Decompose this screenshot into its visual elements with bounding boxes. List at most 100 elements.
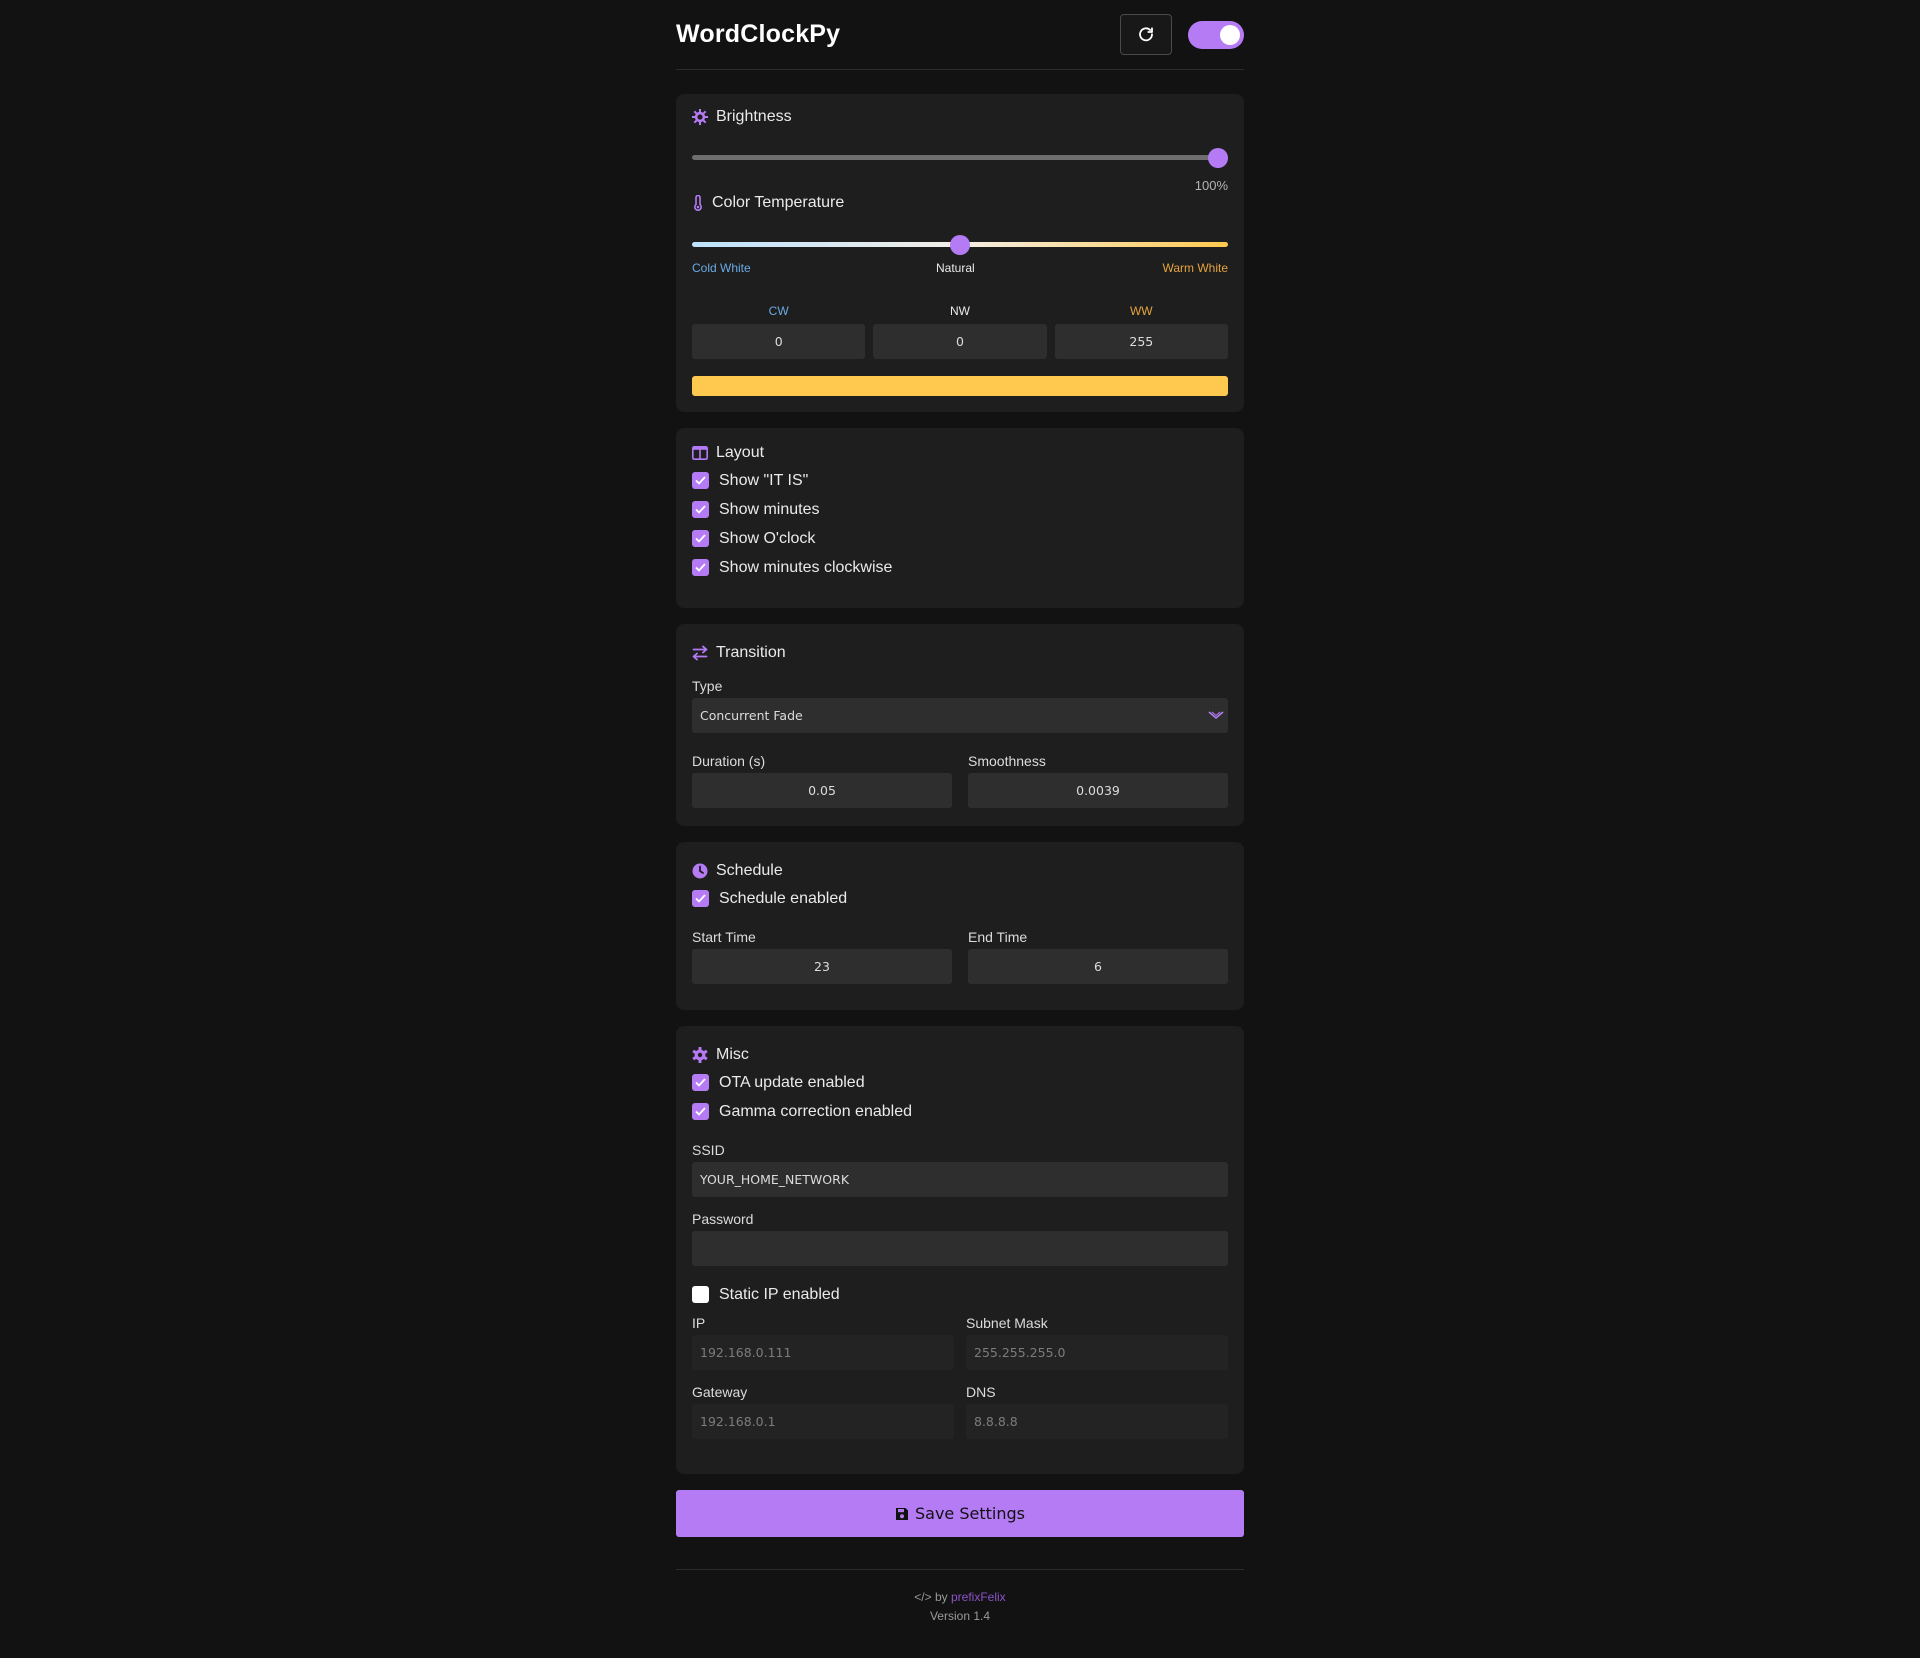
- end-time-label: End Time: [968, 929, 1028, 945]
- save-settings-button[interactable]: Save Settings: [676, 1490, 1244, 1537]
- gamma-correction-option[interactable]: Gamma correction enabled: [692, 1097, 1228, 1126]
- checkbox[interactable]: [692, 530, 709, 547]
- footer: </> by prefixFelix Version 1.4: [676, 1569, 1244, 1626]
- transition-type-select[interactable]: Concurrent Fade: [692, 698, 1228, 733]
- dns-group: DNS 8.8.8.8: [966, 1384, 1228, 1439]
- misc-title: Misc: [716, 1046, 749, 1063]
- show-it-is-option[interactable]: Show "IT IS": [692, 466, 1228, 495]
- color-temperature-title: Color Temperature: [712, 194, 845, 211]
- ip-group: IP 192.168.0.111: [692, 1315, 954, 1370]
- smoothness-group: Smoothness 0.0039: [968, 753, 1228, 808]
- option-label: Show minutes: [719, 500, 820, 518]
- code-by-text: </> by: [914, 1590, 948, 1604]
- checkbox[interactable]: [692, 1286, 709, 1303]
- check-icon: [695, 1078, 706, 1087]
- start-time-input[interactable]: 23: [692, 949, 952, 984]
- dns-input[interactable]: 8.8.8.8: [966, 1404, 1228, 1439]
- duration-input[interactable]: 0.05: [692, 773, 952, 808]
- check-icon: [695, 476, 706, 485]
- check-icon: [695, 534, 706, 543]
- option-label: OTA update enabled: [719, 1073, 865, 1091]
- sun-icon: [692, 109, 708, 125]
- transition-card: Transition Type Concurrent Fade Duration…: [676, 624, 1244, 826]
- cold-white-label: Cold White: [692, 261, 751, 275]
- refresh-icon: [1139, 26, 1153, 41]
- gear-icon: [692, 1047, 708, 1063]
- show-minutes-clockwise-option[interactable]: Show minutes clockwise: [692, 553, 1228, 582]
- natural-label: Natural: [936, 261, 975, 275]
- channel-ww: WW 255: [1054, 304, 1228, 359]
- network-grid-2: Gateway 192.168.0.1 DNS 8.8.8.8: [692, 1384, 1228, 1439]
- chevron-down-icon: [1208, 711, 1224, 720]
- layout-card: Layout Show "IT IS" Show minutes Show O'…: [676, 428, 1244, 608]
- toggle-knob: [1220, 24, 1240, 45]
- start-time-label: Start Time: [692, 929, 756, 945]
- channel-grid: CW 0 NW 0 WW 255: [692, 304, 1228, 359]
- color-temperature-thumb[interactable]: [950, 235, 970, 255]
- nw-input[interactable]: 0: [873, 324, 1047, 359]
- channel-cw: CW 0: [692, 304, 866, 359]
- channel-label: NW: [949, 304, 970, 318]
- gateway-input[interactable]: 192.168.0.1: [692, 1404, 954, 1439]
- channel-nw: NW 0: [873, 304, 1047, 359]
- gateway-group: Gateway 192.168.0.1: [692, 1384, 954, 1439]
- option-label: Show O'clock: [719, 529, 816, 547]
- checkbox[interactable]: [692, 890, 709, 907]
- brightness-value: 100%: [1194, 178, 1228, 193]
- option-label: Gamma correction enabled: [719, 1102, 912, 1120]
- subnet-label: Subnet Mask: [966, 1315, 1048, 1331]
- end-time-input[interactable]: 6: [968, 949, 1228, 984]
- ota-update-option[interactable]: OTA update enabled: [692, 1068, 1228, 1097]
- option-label: Show "IT IS": [719, 471, 809, 489]
- option-label: Show minutes clockwise: [719, 558, 893, 576]
- schedule-times: Start Time 23 End Time 6: [692, 929, 1228, 984]
- option-label: Static IP enabled: [719, 1285, 840, 1303]
- option-label: Schedule enabled: [719, 889, 848, 907]
- show-oclock-option[interactable]: Show O'clock: [692, 524, 1228, 553]
- start-time-group: Start Time 23: [692, 929, 952, 984]
- subnet-input[interactable]: 255.255.255.0: [966, 1335, 1228, 1370]
- ww-input[interactable]: 255: [1054, 324, 1228, 359]
- misc-title-row: Misc: [692, 1046, 1228, 1064]
- password-label: Password: [692, 1211, 754, 1227]
- brightness-title-row: Brightness: [692, 108, 792, 126]
- layout-title: Layout: [716, 444, 765, 461]
- app-title: WordClockPy: [676, 20, 841, 48]
- checkbox[interactable]: [692, 501, 709, 518]
- check-icon: [695, 1107, 706, 1116]
- select-value: Concurrent Fade: [700, 708, 803, 723]
- schedule-title: Schedule: [716, 862, 783, 879]
- smoothness-input[interactable]: 0.0039: [968, 773, 1228, 808]
- check-icon: [695, 563, 706, 572]
- warm-white-label: Warm White: [1162, 261, 1228, 275]
- checkbox[interactable]: [692, 1103, 709, 1120]
- channel-label: WW: [1129, 304, 1153, 318]
- brightness-slider-track[interactable]: [692, 155, 1228, 160]
- schedule-card: Schedule Schedule enabled Start Time 23 …: [676, 842, 1244, 1010]
- misc-card: Misc OTA update enabled Gamma correction…: [676, 1026, 1244, 1474]
- checkbox[interactable]: [692, 559, 709, 576]
- author-link[interactable]: prefixFelix: [951, 1590, 1006, 1604]
- arrows-exchange-icon: [692, 645, 708, 661]
- power-toggle[interactable]: [1188, 20, 1244, 49]
- transition-title: Transition: [716, 644, 786, 661]
- header: WordClockPy: [676, 0, 1244, 70]
- ssid-label: SSID: [692, 1142, 725, 1158]
- credit-line: </> by prefixFelix: [676, 1588, 1244, 1607]
- thermometer-icon: [694, 195, 702, 211]
- type-label: Type: [692, 678, 723, 694]
- floppy-disk-icon: [896, 1507, 908, 1520]
- refresh-button[interactable]: [1120, 14, 1172, 55]
- show-minutes-option[interactable]: Show minutes: [692, 495, 1228, 524]
- cw-input[interactable]: 0: [692, 324, 866, 359]
- static-ip-option[interactable]: Static IP enabled: [692, 1280, 1228, 1309]
- ip-label: IP: [692, 1315, 706, 1331]
- save-label: Save Settings: [915, 1504, 1025, 1523]
- schedule-enabled-option[interactable]: Schedule enabled: [692, 884, 1228, 913]
- password-input[interactable]: [692, 1231, 1228, 1266]
- checkbox[interactable]: [692, 472, 709, 489]
- brightness-slider-thumb[interactable]: [1208, 148, 1228, 168]
- ssid-input[interactable]: YOUR_HOME_NETWORK: [692, 1162, 1228, 1197]
- ip-input[interactable]: 192.168.0.111: [692, 1335, 954, 1370]
- checkbox[interactable]: [692, 1074, 709, 1091]
